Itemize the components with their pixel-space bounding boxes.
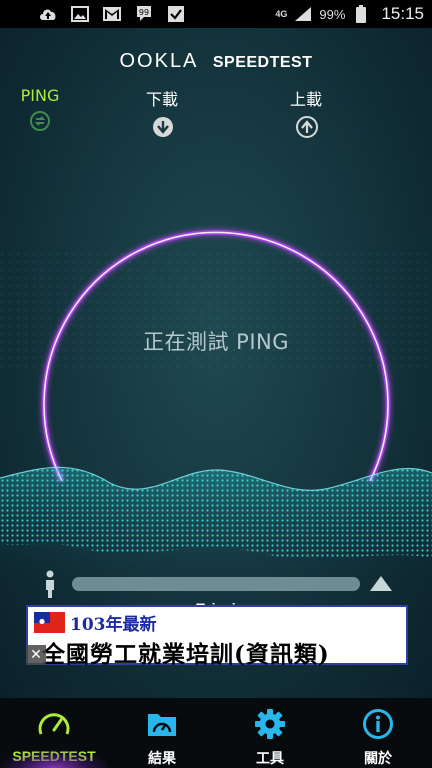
network-type: 4G — [275, 8, 288, 19]
ad-title: 全國勞工就業培訓(資訊類) — [42, 641, 330, 668]
nav-about[interactable]: 關於 — [324, 698, 432, 768]
nav-speedtest-label: SPEEDTEST — [12, 748, 96, 764]
nav-results[interactable]: 結果 — [108, 698, 216, 768]
speedometer-icon — [36, 708, 72, 740]
chat-icon: 99 — [134, 5, 154, 23]
nav-tools[interactable]: 工具 — [216, 698, 324, 768]
results-folder-icon — [144, 708, 180, 740]
bottom-navigation: SPEEDTEST 結果 工具 關於 — [0, 698, 432, 768]
nav-tools-label: 工具 — [256, 750, 284, 766]
cloud-upload-icon — [38, 5, 58, 23]
server-icon — [368, 574, 394, 598]
taiwan-flag-icon — [34, 612, 65, 633]
ad-banner[interactable]: 103年最新 全國勞工就業培訓(資訊類) — [26, 605, 408, 668]
particle-wave — [0, 466, 432, 578]
battery-percent: 99% — [319, 6, 346, 22]
image-icon — [70, 5, 90, 23]
nav-results-label: 結果 — [148, 750, 176, 766]
gear-icon — [252, 708, 288, 740]
clock: 15:15 — [381, 4, 424, 23]
checkbox-icon — [166, 5, 186, 23]
battery-icon — [351, 5, 371, 23]
ad-close-button[interactable]: ✕ — [26, 645, 46, 665]
status-bar: 99 4G 99% 15:15 — [0, 0, 432, 28]
notification-icons: 99 — [38, 5, 186, 23]
nav-speedtest[interactable]: SPEEDTEST — [0, 698, 108, 768]
nav-about-label: 關於 — [364, 750, 392, 766]
system-status: 4G 99% 15:15 — [275, 4, 424, 24]
signal-icon — [293, 5, 313, 23]
gauge-arc — [41, 229, 391, 483]
gauge-status-text: 正在測試 PING — [142, 330, 289, 354]
svg-text:99: 99 — [139, 8, 149, 17]
ad-headline: 103年最新 — [70, 615, 157, 635]
gmail-icon — [102, 5, 122, 23]
progress-track — [72, 577, 360, 591]
info-icon — [360, 708, 396, 740]
speedtest-screen: OOKLA SPEEDTEST PING 下載 上載 正在測試 PING — [0, 28, 432, 698]
person-icon — [44, 570, 56, 602]
